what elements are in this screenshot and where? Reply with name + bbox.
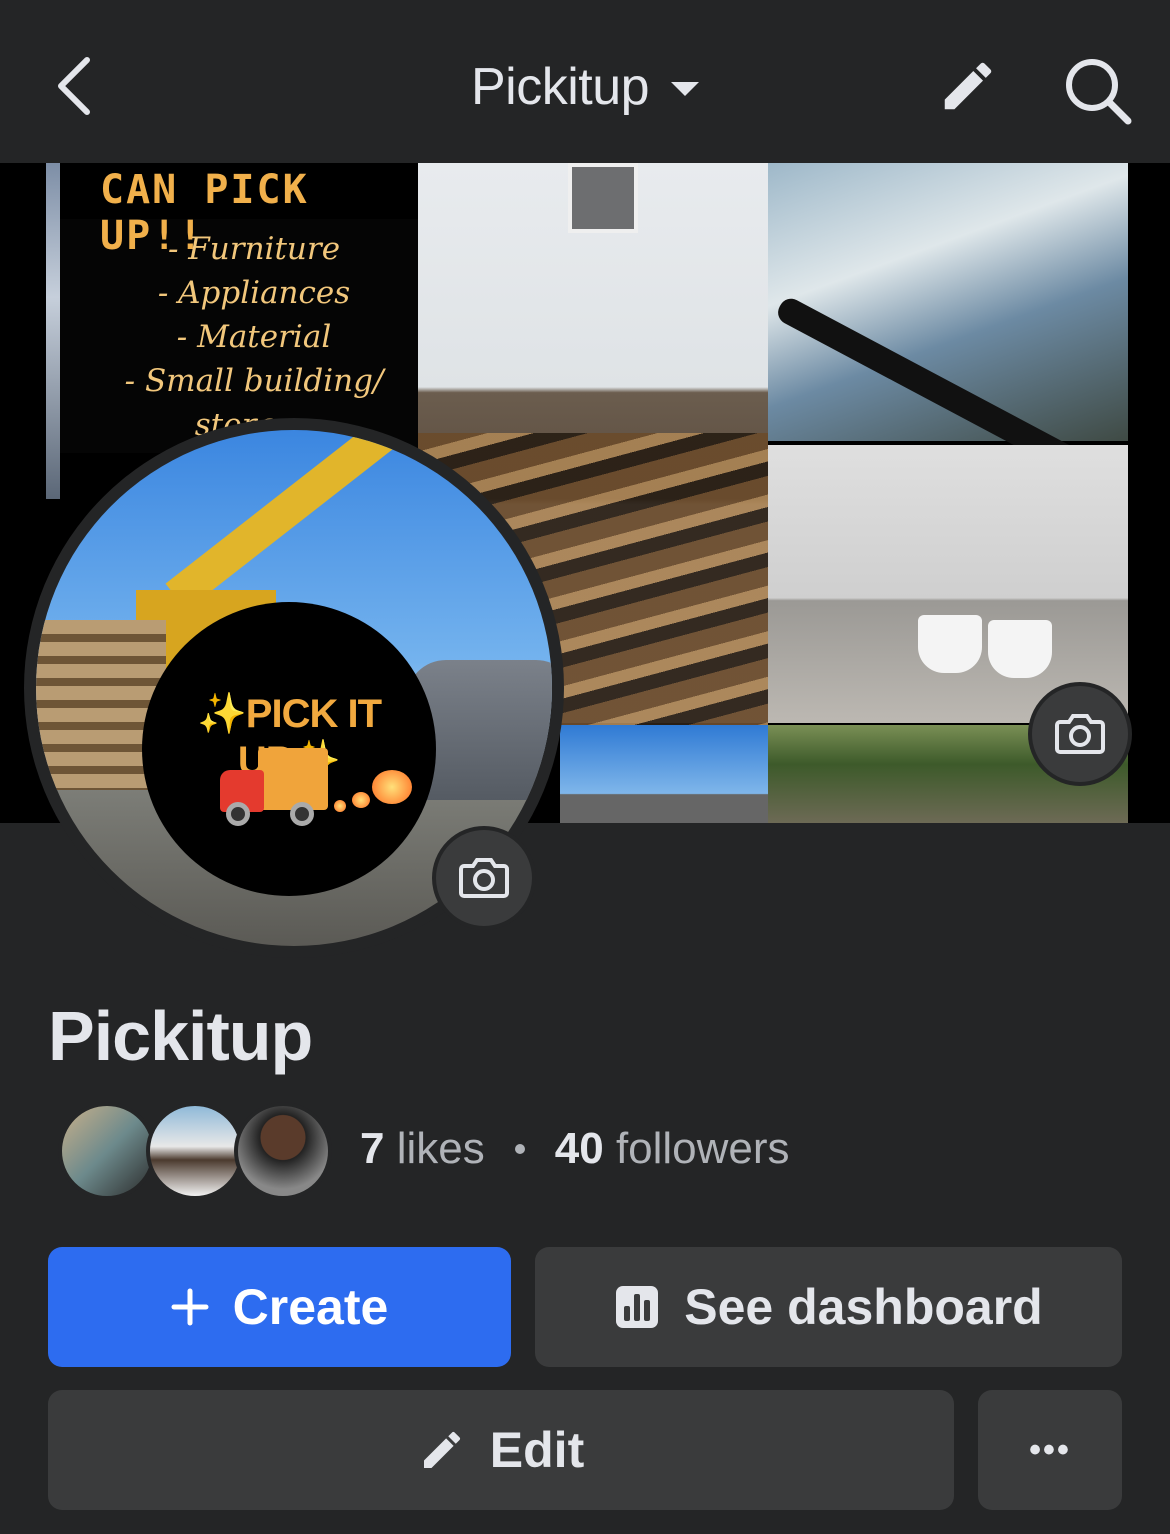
likes-label: likes <box>396 1124 485 1173</box>
caret-down-icon <box>671 82 700 96</box>
edit-button-label: Edit <box>489 1422 585 1478</box>
top-nav-bar: Pickitup <box>0 0 1170 163</box>
cover-collage-strip <box>46 163 60 499</box>
avatar <box>234 1102 332 1200</box>
avatar <box>146 1102 244 1200</box>
separator-dot <box>514 1144 525 1154</box>
more-options-button[interactable]: ••• <box>978 1390 1122 1510</box>
create-button[interactable]: Create <box>48 1247 511 1367</box>
flyer-item: - Furniture <box>167 231 341 267</box>
friends-avatars[interactable] <box>58 1102 338 1200</box>
flyer-item: - Appliances <box>157 275 351 311</box>
truck-icon <box>220 748 328 826</box>
flyer-list: - Furniture - Appliances - Material - Sm… <box>104 227 404 447</box>
page-stats[interactable]: 7 likes 40 followers <box>360 1124 790 1174</box>
followers-label: followers <box>615 1124 790 1173</box>
edit-cover-photo-button[interactable] <box>1028 682 1132 786</box>
flyer-item: - Small building/ <box>124 363 384 399</box>
edit-button[interactable]: Edit <box>48 1390 954 1510</box>
bar-chart-icon <box>616 1286 659 1328</box>
cover-crane-photo <box>560 725 768 823</box>
likes-count: 7 <box>360 1124 385 1173</box>
edit-page-button[interactable] <box>930 48 1006 124</box>
cover-flyer: CAN PICK UP!! - Furniture - Appliances -… <box>60 163 500 453</box>
page-title: Pickitup <box>48 997 313 1075</box>
flyer-item: - Material <box>176 319 332 355</box>
chevron-left-icon <box>58 57 90 115</box>
pencil-icon <box>944 62 992 110</box>
followers-count: 40 <box>554 1124 604 1173</box>
search-icon <box>1066 59 1132 125</box>
create-button-label: Create <box>232 1279 389 1335</box>
camera-icon <box>1055 714 1105 754</box>
edit-profile-picture-button[interactable] <box>432 826 536 930</box>
search-button[interactable] <box>1055 48 1141 134</box>
back-button[interactable] <box>40 50 110 122</box>
see-dashboard-button[interactable]: See dashboard <box>535 1247 1122 1367</box>
camera-icon <box>459 858 509 898</box>
pencil-icon <box>423 1431 460 1468</box>
plus-icon <box>171 1288 209 1326</box>
nav-title: Pickitup <box>470 58 650 116</box>
fire-icon <box>372 770 412 804</box>
avatar <box>58 1102 156 1200</box>
more-icon: ••• <box>1029 1430 1071 1469</box>
page-switcher-dropdown[interactable]: Pickitup <box>470 57 700 117</box>
see-dashboard-label: See dashboard <box>684 1279 1043 1335</box>
